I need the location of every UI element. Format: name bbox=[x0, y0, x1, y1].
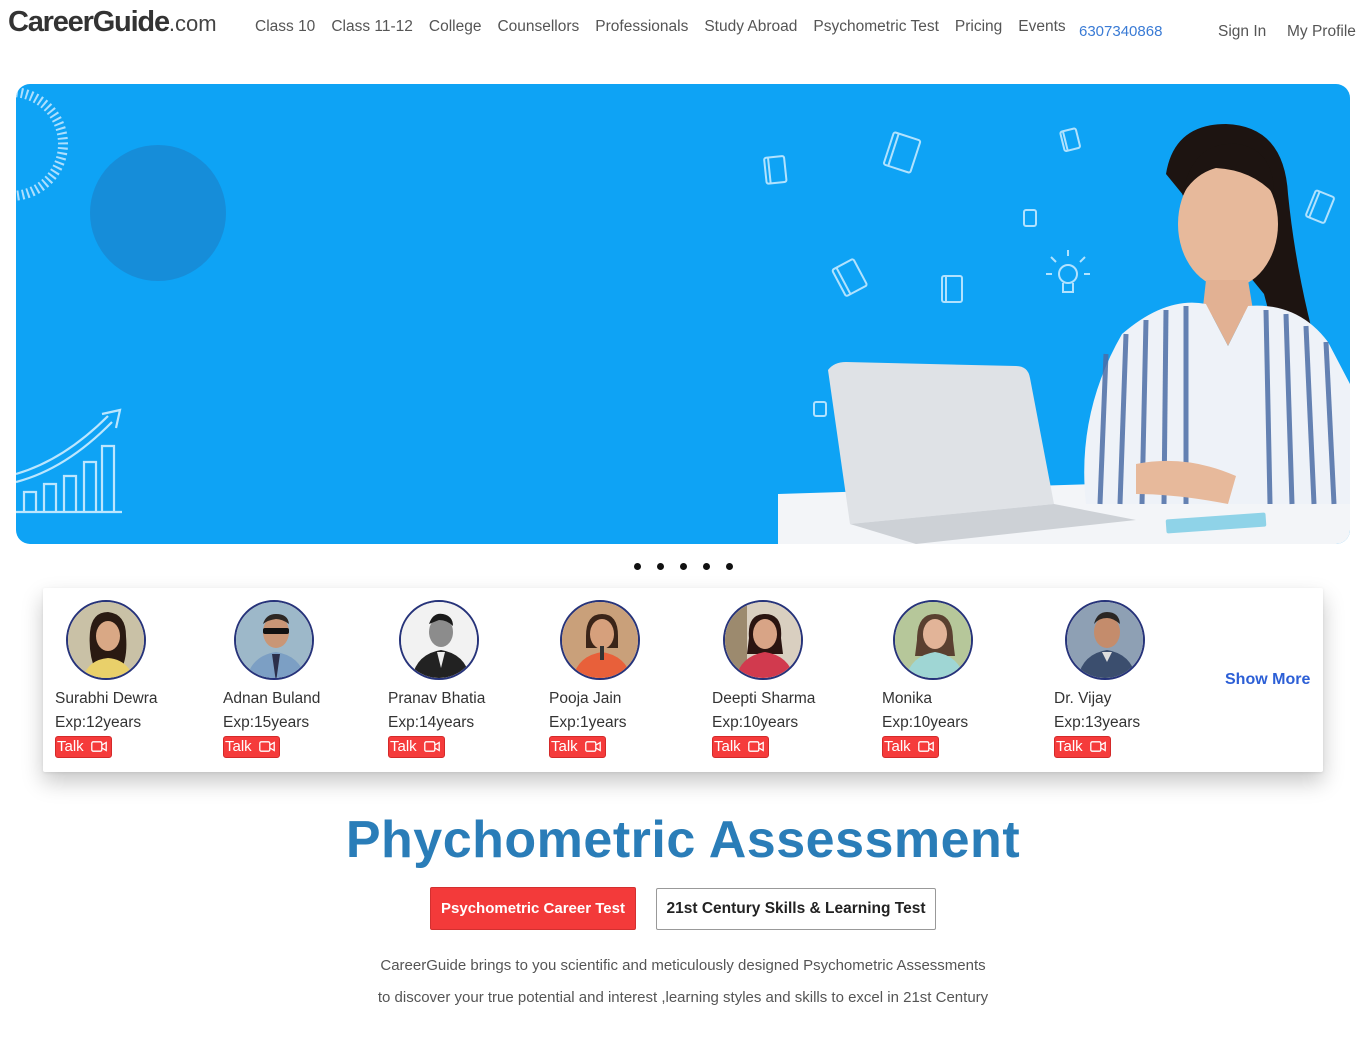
hero-woman-figure bbox=[1084, 124, 1350, 505]
video-camera-icon bbox=[1089, 741, 1106, 752]
avatar bbox=[560, 600, 640, 680]
carousel-dot[interactable] bbox=[725, 563, 733, 570]
lightbulb-icon bbox=[1046, 250, 1090, 293]
counsellor-card[interactable]: Pooja Jain Exp:1years Talk bbox=[549, 600, 699, 758]
nav-psychometric-test[interactable]: Psychometric Test bbox=[813, 18, 938, 36]
21st-century-skills-test-button[interactable]: 21st Century Skills & Learning Test bbox=[656, 888, 936, 930]
assessment-title: Phychometric Assessment bbox=[345, 811, 1021, 869]
counsellor-name: Deepti Sharma bbox=[712, 690, 816, 707]
counsellor-experience: Exp:14years bbox=[388, 714, 475, 731]
avatar bbox=[893, 600, 973, 680]
nav-counsellors[interactable]: Counsellors bbox=[497, 18, 579, 36]
counsellor-experience: Exp:10years bbox=[882, 714, 969, 731]
my-profile-link[interactable]: My Profile bbox=[1287, 23, 1356, 41]
counsellor-name: Surabhi Dewra bbox=[55, 690, 158, 707]
counsellor-name: Adnan Buland bbox=[223, 690, 321, 707]
avatar bbox=[723, 600, 803, 680]
talk-button[interactable]: Talk bbox=[1054, 736, 1111, 758]
sign-in-link[interactable]: Sign In bbox=[1218, 23, 1266, 41]
talk-label: Talk bbox=[884, 738, 911, 755]
counsellor-card[interactable]: Adnan Buland Exp:15years Talk bbox=[223, 600, 373, 758]
decor-circle bbox=[90, 145, 226, 281]
video-camera-icon bbox=[423, 741, 440, 752]
assessment-description-line2: to discover your true potential and inte… bbox=[377, 989, 989, 1006]
video-camera-icon bbox=[747, 741, 764, 752]
avatar bbox=[66, 600, 146, 680]
talk-label: Talk bbox=[1056, 738, 1083, 755]
counsellor-experience: Exp:1years bbox=[549, 714, 627, 731]
talk-label: Talk bbox=[225, 738, 252, 755]
counsellor-card[interactable]: Monika Exp:10years Talk bbox=[882, 600, 1032, 758]
video-camera-icon bbox=[584, 741, 601, 752]
hero-banner[interactable] bbox=[16, 84, 1350, 544]
carousel-dot[interactable] bbox=[702, 563, 710, 570]
carousel-dot[interactable] bbox=[679, 563, 687, 570]
video-camera-icon bbox=[917, 741, 934, 752]
counsellor-experience: Exp:10years bbox=[712, 714, 799, 731]
counsellor-name: Dr. Vijay bbox=[1054, 690, 1112, 707]
talk-label: Talk bbox=[714, 738, 741, 755]
avatar bbox=[399, 600, 479, 680]
counsellor-name: Pooja Jain bbox=[549, 690, 622, 707]
show-more-link[interactable]: Show More bbox=[1225, 671, 1310, 689]
talk-button[interactable]: Talk bbox=[712, 736, 769, 758]
psychometric-career-test-button[interactable]: Psychometric Career Test bbox=[430, 887, 636, 930]
counsellor-card[interactable]: Dr. Vijay Exp:13years Talk bbox=[1054, 600, 1204, 758]
counsellor-experience: Exp:15years bbox=[223, 714, 310, 731]
talk-button[interactable]: Talk bbox=[223, 736, 280, 758]
nav-events[interactable]: Events bbox=[1018, 18, 1065, 36]
hero-illustration bbox=[16, 87, 1350, 544]
counsellor-name: Monika bbox=[882, 690, 932, 707]
nav-study-abroad[interactable]: Study Abroad bbox=[704, 18, 797, 36]
talk-button[interactable]: Talk bbox=[882, 736, 939, 758]
carousel-dot[interactable] bbox=[656, 563, 664, 570]
phone-link[interactable]: 6307340868 bbox=[1079, 23, 1162, 40]
counsellor-card[interactable]: Surabhi Dewra Exp:12years Talk bbox=[55, 600, 205, 758]
talk-label: Talk bbox=[390, 738, 417, 755]
avatar bbox=[1065, 600, 1145, 680]
carousel-dots bbox=[0, 557, 1366, 570]
nav-college[interactable]: College bbox=[429, 18, 482, 36]
counsellor-card[interactable]: Pranav Bhatia Exp:14years Talk bbox=[388, 600, 538, 758]
assessment-description-line1: CareerGuide brings to you scientific and… bbox=[380, 957, 986, 974]
video-camera-icon bbox=[90, 741, 107, 752]
talk-label: Talk bbox=[57, 738, 84, 755]
counsellor-strip: Surabhi Dewra Exp:12years Talk Adnan Bul… bbox=[43, 588, 1323, 772]
nav-class-10[interactable]: Class 10 bbox=[255, 18, 315, 36]
main-nav: Class 10 Class 11-12 College Counsellors… bbox=[255, 18, 1082, 36]
counsellor-experience: Exp:12years bbox=[55, 714, 142, 731]
counsellor-card[interactable]: Deepti Sharma Exp:10years Talk bbox=[712, 600, 862, 758]
talk-button[interactable]: Talk bbox=[55, 736, 112, 758]
nav-professionals[interactable]: Professionals bbox=[595, 18, 688, 36]
talk-button[interactable]: Talk bbox=[549, 736, 606, 758]
counsellor-name: Pranav Bhatia bbox=[388, 690, 486, 707]
counsellor-experience: Exp:13years bbox=[1054, 714, 1141, 731]
growth-chart-icon bbox=[16, 408, 122, 514]
site-logo[interactable]: CareerGuide.com bbox=[8, 6, 217, 39]
talk-button[interactable]: Talk bbox=[388, 736, 445, 758]
avatar bbox=[234, 600, 314, 680]
site-header: CareerGuide.com Class 10 Class 11-12 Col… bbox=[0, 0, 1366, 60]
carousel-dot[interactable] bbox=[633, 563, 641, 570]
nav-pricing[interactable]: Pricing bbox=[955, 18, 1002, 36]
video-camera-icon bbox=[258, 741, 275, 752]
nav-class-11-12[interactable]: Class 11-12 bbox=[331, 18, 413, 36]
talk-label: Talk bbox=[551, 738, 578, 755]
